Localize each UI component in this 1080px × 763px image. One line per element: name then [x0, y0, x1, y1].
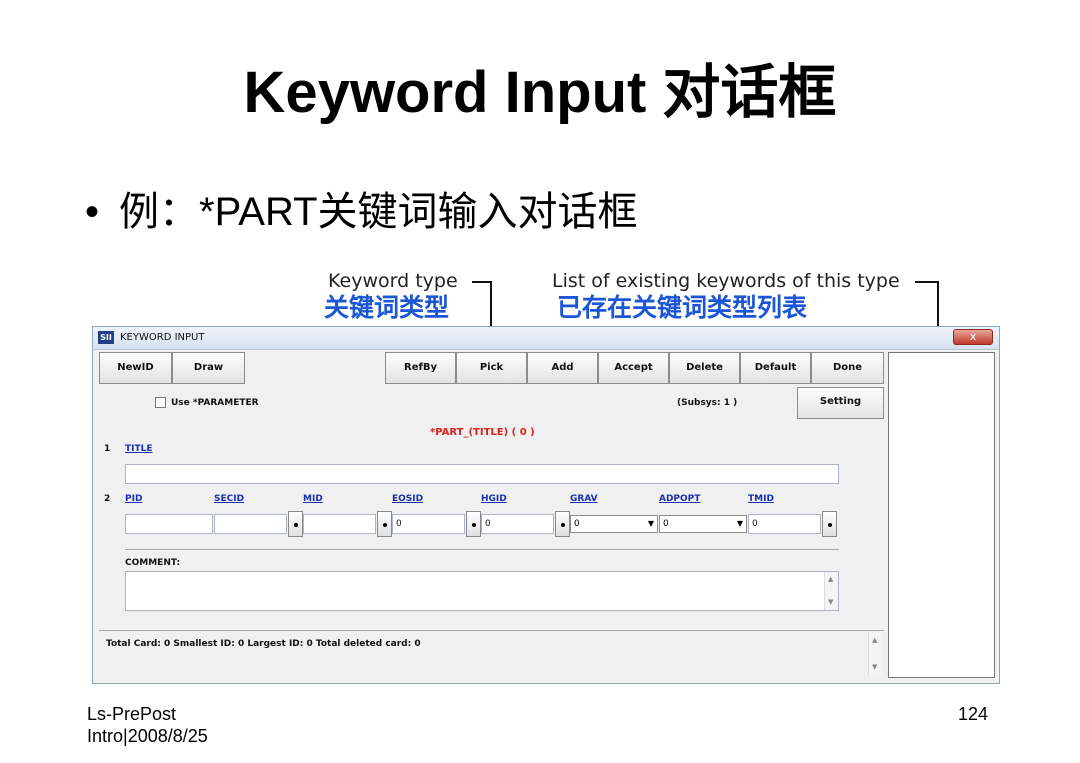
scroll-up-icon: ▲	[872, 636, 878, 644]
secid-pick-button[interactable]	[288, 511, 303, 537]
card1-number: 1	[104, 444, 111, 454]
eosid-input[interactable]: 0	[392, 514, 465, 534]
callout-line	[915, 281, 939, 283]
footer-date: Intro|2008/8/25	[87, 726, 208, 746]
adpopt-field-label[interactable]: ADPOPT	[659, 493, 700, 505]
bullet-text: • 例：*PART关键词输入对话框	[85, 186, 638, 238]
chevron-down-icon: ▼	[647, 519, 654, 528]
pick-button[interactable]: Pick	[456, 352, 527, 384]
adpopt-select[interactable]: 0 ▼	[659, 515, 747, 533]
divider	[125, 549, 839, 550]
keyword-input-window: SII KEYWORD INPUT x NewID Draw RefBy Pic…	[92, 326, 1000, 684]
pid-field-label[interactable]: PID	[125, 493, 142, 505]
tmid-pick-button[interactable]	[822, 511, 837, 537]
use-parameter-checkbox[interactable]	[155, 397, 166, 408]
scroll-down-icon: ▼	[872, 663, 878, 671]
add-button[interactable]: Add	[527, 352, 598, 384]
tmid-input[interactable]: 0	[748, 514, 821, 534]
grav-field-label[interactable]: GRAV	[570, 493, 598, 505]
pid-input[interactable]	[125, 514, 213, 534]
title-input[interactable]	[125, 464, 839, 484]
hgid-pick-button[interactable]	[555, 511, 570, 537]
eosid-field-label[interactable]: EOSID	[392, 493, 423, 505]
adpopt-select-value: 0	[663, 519, 669, 529]
comment-label: COMMENT:	[125, 558, 181, 568]
refby-button[interactable]: RefBy	[385, 352, 456, 384]
title-field-label[interactable]: TITLE	[125, 443, 153, 455]
default-button[interactable]: Default	[740, 352, 811, 384]
hgid-input[interactable]: 0	[481, 514, 554, 534]
secid-field-label[interactable]: SECID	[214, 493, 244, 505]
window-title: KEYWORD INPUT	[120, 332, 205, 343]
bullet-dot: •	[85, 190, 100, 234]
callout-keyword-type-cn: 关键词类型	[324, 294, 450, 322]
eosid-pick-button[interactable]	[466, 511, 481, 537]
setting-button[interactable]: Setting	[797, 387, 884, 419]
callout-list-cn: 已存在关键词类型列表	[557, 294, 808, 322]
footer-app-name: Ls-PrePost	[87, 704, 177, 724]
callout-list-en: List of existing keywords of this type	[552, 270, 900, 292]
slide-title: Keyword Input 对话框	[243, 60, 837, 125]
status-scrollbar[interactable]: ▲ ▼	[868, 632, 882, 676]
close-button[interactable]: x	[953, 329, 993, 345]
mid-field-label[interactable]: MID	[303, 493, 323, 505]
chevron-down-icon: ▼	[736, 519, 743, 528]
secid-input[interactable]	[214, 514, 287, 534]
grav-select-value: 0	[574, 519, 580, 529]
status-text: Total Card: 0 Smallest ID: 0 Largest ID:…	[106, 639, 421, 649]
bullet-label: 例：*PART关键词输入对话框	[119, 190, 638, 234]
draw-button[interactable]: Draw	[172, 352, 245, 384]
scroll-down-icon: ▼	[828, 598, 834, 606]
callout-line	[472, 281, 492, 283]
tmid-field-label[interactable]: TMID	[748, 493, 774, 505]
comment-scrollbar[interactable]: ▲ ▼	[824, 572, 838, 610]
app-logo-icon: SII	[98, 331, 114, 344]
comment-textarea[interactable]: ▲ ▼	[125, 571, 839, 611]
accept-button[interactable]: Accept	[598, 352, 669, 384]
footer-left: Ls-PrePost Intro|2008/8/25	[87, 703, 208, 747]
hgid-field-label[interactable]: HGID	[481, 493, 507, 505]
existing-keywords-list[interactable]	[888, 352, 995, 678]
page-number: 124	[957, 704, 988, 724]
subsys-label: (Subsys: 1 )	[677, 398, 738, 408]
mid-input[interactable]	[303, 514, 376, 534]
use-parameter-label: Use *PARAMETER	[171, 398, 259, 408]
grav-select[interactable]: 0 ▼	[570, 515, 658, 533]
callout-keyword-type-en: Keyword type	[328, 270, 458, 292]
title-bar[interactable]: SII KEYWORD INPUT x	[93, 327, 999, 350]
scroll-up-icon: ▲	[828, 575, 834, 583]
newid-button[interactable]: NewID	[99, 352, 172, 384]
keyword-heading: *PART_(TITLE) ( 0 )	[430, 427, 535, 438]
divider	[99, 630, 884, 631]
mid-pick-button[interactable]	[377, 511, 392, 537]
done-button[interactable]: Done	[811, 352, 884, 384]
card2-number: 2	[104, 494, 111, 504]
delete-button[interactable]: Delete	[669, 352, 740, 384]
